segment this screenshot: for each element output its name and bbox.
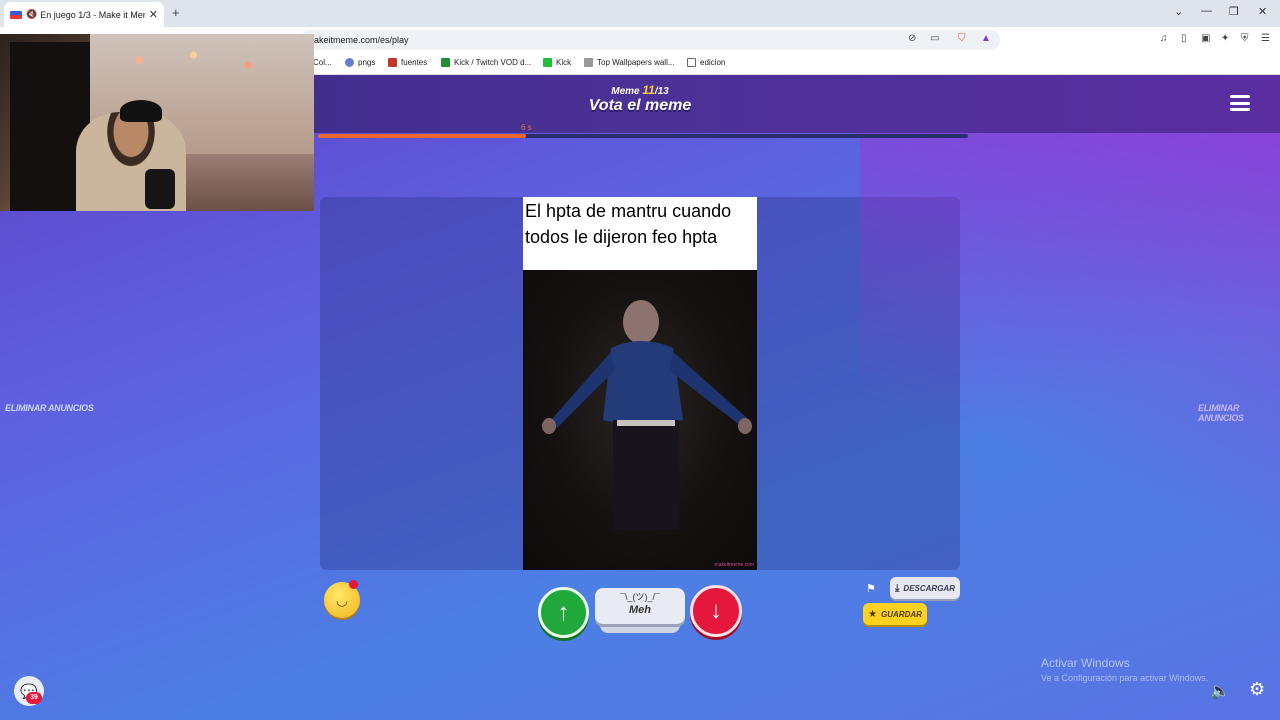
mute-icon[interactable]: 🔇 <box>26 9 37 20</box>
webcam-overlay <box>0 34 314 211</box>
sidebar-icon[interactable]: ▯ <box>1181 33 1187 44</box>
leo-ai-icon[interactable]: ✦ <box>1221 33 1229 44</box>
vpn-shield-icon[interactable]: ⛨ <box>1241 33 1249 44</box>
timer-bar-fill <box>318 134 526 138</box>
downvote-button[interactable]: ↓ <box>690 585 742 637</box>
minimize-icon[interactable]: — <box>1201 5 1212 17</box>
star-icon: ★ <box>868 608 878 620</box>
wallet-icon[interactable]: ▣ <box>1201 33 1210 44</box>
sound-icon[interactable]: 🔈 <box>1210 681 1230 701</box>
new-tab-icon[interactable]: + <box>172 5 180 20</box>
meme-watermark: makeitmeme.com <box>714 562 754 568</box>
download-button[interactable]: ⤓ DESCARGAR <box>890 577 960 599</box>
remove-ads-link-right[interactable]: ELIMINAR ANUNCIOS <box>1198 403 1280 423</box>
chat-count-badge: 39 <box>26 692 42 704</box>
brave-shield-icon[interactable]: ⛉ <box>958 33 966 44</box>
folder-icon <box>687 58 696 67</box>
save-button[interactable]: ★ GUARDAR <box>863 603 927 625</box>
cast-icon[interactable]: ▭ <box>930 33 939 44</box>
arrow-down-icon: ↓ <box>710 597 722 624</box>
browser-tab[interactable]: 🔇 En juego 1/3 - Make it Meme ✕ <box>4 2 164 27</box>
heart-icon <box>349 580 358 589</box>
wallpaper-site-icon <box>584 58 593 67</box>
browser-tab-bar: 🔇 En juego 1/3 - Make it Meme ✕ + ⌄ — ❐ … <box>0 0 1280 27</box>
arrow-up-icon: ↑ <box>557 598 570 626</box>
webcam-bed <box>180 154 314 211</box>
meme-caption: El hpta de mantru cuando todos le dijero… <box>523 197 757 270</box>
upvote-button[interactable]: ↑ <box>538 587 589 638</box>
meh-button[interactable]: ¯\_(ツ)_/¯ Meh <box>595 588 685 624</box>
pin-icon <box>345 58 354 67</box>
gear-icon[interactable]: ⚙ <box>1249 679 1265 700</box>
rewards-triangle-icon[interactable]: ▲ <box>981 33 991 44</box>
shrug-text: ¯\_(ツ)_/¯ <box>620 592 660 602</box>
meme-photo: makeitmeme.com <box>523 270 757 570</box>
restore-icon[interactable]: ❐ <box>1229 5 1239 18</box>
windows-activation-title: Activar Windows <box>1041 656 1130 670</box>
smile-face-icon: ◡ <box>335 591 349 608</box>
webcam-hat <box>120 100 162 122</box>
meh-button-base <box>600 623 680 633</box>
tab-title: En juego 1/3 - Make it Meme <box>40 9 145 20</box>
timer-bar <box>318 134 968 138</box>
bookmark-folder-edicion[interactable]: edicion <box>687 58 725 67</box>
meh-label: Meh <box>629 604 651 616</box>
meme-image: El hpta de mantru cuando todos le dijero… <box>523 197 757 570</box>
webcam-lights <box>95 40 314 90</box>
url-text[interactable]: akeitmeme.com/es/play <box>314 35 409 45</box>
bookmark-kick-twitch-vod[interactable]: Kick / Twitch VOD d... <box>441 58 531 67</box>
meme-photo-figure <box>542 300 752 530</box>
report-flag-icon[interactable]: ⚑ <box>866 582 876 595</box>
close-tab-icon[interactable]: ✕ <box>149 8 158 21</box>
media-icon[interactable]: ♫ <box>1160 33 1168 44</box>
bookmark-kick[interactable]: Kick <box>543 58 571 67</box>
menu-icon[interactable]: ☰ <box>1261 33 1270 44</box>
timer-label: 6 s <box>521 123 532 132</box>
kick-icon <box>543 58 552 67</box>
remove-ads-link-left[interactable]: ELIMINAR ANUNCIOS <box>5 403 94 413</box>
no-tracking-icon[interactable]: ⊘ <box>908 33 916 44</box>
bookmark-fuentes[interactable]: fuentes <box>388 58 427 67</box>
kick-vod-icon <box>441 58 450 67</box>
tab-list-chevron-icon[interactable]: ⌄ <box>1174 5 1183 18</box>
font-site-icon <box>388 58 397 67</box>
download-icon: ⤓ <box>895 582 900 594</box>
hamburger-menu-icon[interactable] <box>1230 95 1250 113</box>
bookmark-col[interactable]: Col... <box>313 58 332 67</box>
bookmark-top-wallpapers[interactable]: Top Wallpapers wall... <box>584 58 675 67</box>
site-favicon-icon <box>10 10 22 19</box>
bookmark-pngs[interactable]: pngs <box>345 58 375 67</box>
windows-activation-subtitle: Ve a Configuración para activar Windows. <box>1041 673 1209 683</box>
webcam-microphone <box>145 169 175 209</box>
close-window-icon[interactable]: ✕ <box>1258 5 1267 18</box>
